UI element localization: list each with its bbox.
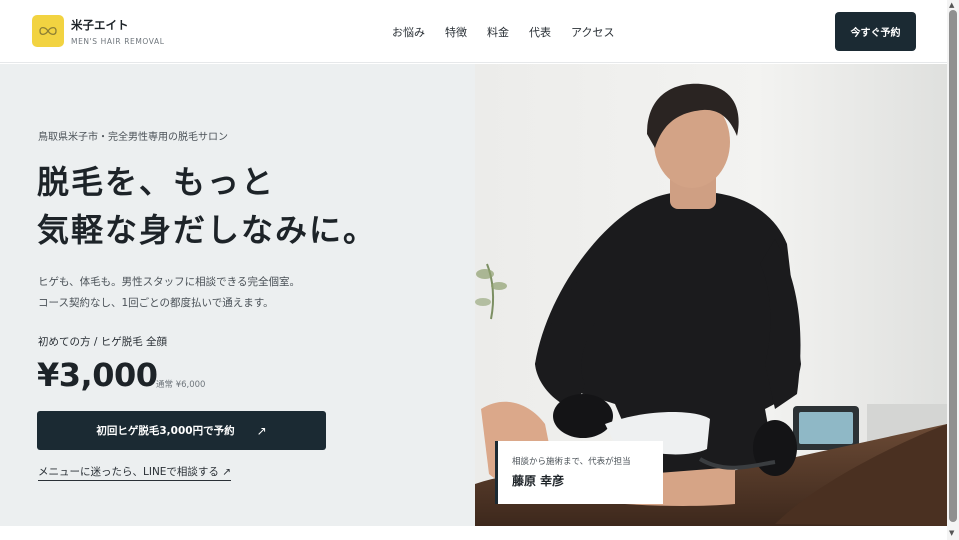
nav-link-access[interactable]: アクセス (571, 24, 614, 40)
triangle-up-icon[interactable]: ▲ (949, 1, 954, 9)
scrollbar-thumb[interactable] (949, 10, 957, 522)
staff-caption-card: 相談から施術まで、代表が担当 藤原 幸彦 (495, 441, 663, 504)
first-visit-label: 初めての方 / ヒゲ脱毛 全顔 (38, 336, 168, 348)
brand-name[interactable]: 米子エイト (71, 17, 129, 33)
hero-eyebrow: 鳥取県米子市・完全男性専用の脱毛サロン (38, 132, 228, 143)
book-now-button[interactable]: 今すぐ予約 (835, 12, 916, 51)
nav-link-pricing[interactable]: 料金 (487, 24, 509, 40)
hero-headline-line2: 気軽な身だしなみに。 (37, 211, 378, 249)
first-visit-price: ¥3,000 (37, 356, 158, 394)
hero-headline-line1: 脱毛を、もっと (37, 163, 276, 201)
infinity-icon (39, 26, 57, 36)
hero-text-panel: 鳥取県米子市・完全男性専用の脱毛サロン 脱毛を、もっと 気軽な身だしなみに。 ヒ… (0, 64, 475, 526)
nav-link-features[interactable]: 特徴 (445, 24, 467, 40)
external-arrow-icon: ↗ (256, 423, 267, 438)
hero-description: ヒゲも、体毛も。男性スタッフに相談できる完全個室。 コース契約なし、1回ごとの都… (38, 272, 300, 314)
booking-button-label: 初回ヒゲ脱毛3,000円で予約 (96, 425, 235, 437)
nav-link-concerns[interactable]: お悩み (392, 24, 425, 40)
site-header: 米子エイト MEN'S HAIR REMOVAL お悩み 特徴 料金 代表 アク… (0, 0, 947, 63)
triangle-down-icon[interactable]: ▼ (949, 529, 954, 537)
nav-link-representative[interactable]: 代表 (529, 24, 551, 40)
regular-price: 通常 ¥6,000 (156, 380, 206, 390)
brand-logo[interactable] (32, 15, 64, 47)
hero-description-line2: コース契約なし、1回ごとの都度払いで通えます。 (38, 297, 274, 309)
caption-staff-name: 藤原 幸彦 (512, 474, 565, 488)
hero-description-line1: ヒゲも、体毛も。男性スタッフに相談できる完全個室。 (38, 276, 300, 288)
caption-subtitle: 相談から施術まで、代表が担当 (512, 457, 631, 467)
hero-headline: 脱毛を、もっと 気軽な身だしなみに。 (37, 158, 377, 254)
main-nav: お悩み 特徴 料金 代表 アクセス (392, 24, 614, 40)
brand-tagline: MEN'S HAIR REMOVAL (71, 37, 165, 46)
first-beard-booking-button[interactable]: 初回ヒゲ脱毛3,000円で予約 ↗ (37, 411, 326, 450)
line-consult-link[interactable]: メニューに迷ったら、LINEで相談する ↗ (38, 464, 232, 481)
page-bottom-strip (0, 526, 947, 540)
